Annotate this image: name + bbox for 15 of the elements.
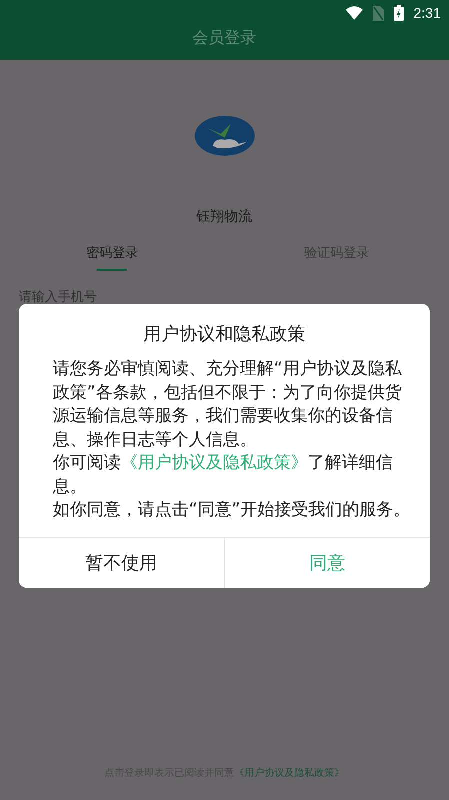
agreement-link[interactable]: 《用户协议及隐私政策》 (121, 453, 308, 473)
header-title: 会员登录 (192, 28, 258, 49)
brand-name: 钰翔物流 (196, 208, 252, 226)
agree-button[interactable]: 同意 (224, 538, 430, 588)
dialog-read-text: 你可阅读《用户协议及隐私政策》了解详细信息。 (53, 452, 394, 498)
wifi-icon (346, 6, 363, 20)
no-sim-icon (372, 6, 384, 20)
battery-charging-icon (394, 5, 404, 21)
login-tab[interactable]: 密码登录 (0, 244, 224, 268)
agreement-link[interactable]: 《用户协议及隐私政策》 (234, 768, 344, 779)
logo-icon (194, 116, 254, 156)
dialog-consent-text: 如你同意，请点击“同意”开始接受我们的服务。 (53, 499, 412, 522)
dialog-title: 用户协议和隐私政策 (142, 323, 306, 346)
dialog-intro-text: 请您务必审慎阅读、充分理解“用户协议及隐私政策”各条款，包括但不限于：为了向你提供货源运输信息等服务，我们需要收集你的设备信息、操作日志等个人信息。 (53, 358, 403, 452)
status-time: 2:31 (414, 5, 441, 21)
